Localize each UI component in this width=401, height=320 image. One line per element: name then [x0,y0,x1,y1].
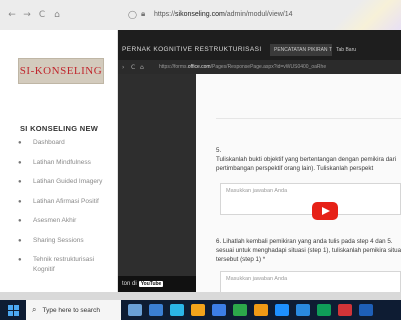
outer-address-bar[interactable]: ◯ 🔒︎ https://sikonseling.com/admin/modul… [128,9,293,19]
lock-icon: 🔒︎ [141,9,146,18]
back-icon[interactable]: ← [6,10,18,20]
sidebar-menu: ● Dashboard ● Latihan Mindfulness ● Latihan… [0,138,118,285]
inner-tab-active[interactable]: PERNAK KOGNITIVE RESTRUKTURISASI [118,44,270,56]
youtube-logo[interactable]: YouTube [138,281,164,287]
inner-url: https://forms.office.com/Pages/ResponseP… [159,64,327,70]
embedded-form-window: PERNAK KOGNITIVE RESTRUKTURISASI PENCATA… [118,30,401,292]
brand-title: SI KONSELING NEW [20,124,99,133]
youtube-bar-text: ton di [122,281,137,287]
youtube-watch-bar[interactable]: ton di YouTube [118,276,196,292]
bullet-icon: ● [18,198,22,205]
sidebar-item-label: Dashboard [33,139,65,146]
bullet-icon: ● [18,140,22,146]
sidebar-item-label: Latihan Afirmasi Positif [33,197,99,205]
home-icon[interactable]: ⌂ [51,10,63,20]
answer-field-5[interactable]: Masukkan jawaban Anda [220,183,401,215]
question-5: 5. Tuliskanlah bukti objektif yang berte… [216,146,401,173]
inner-address-bar[interactable]: › C ⌂ https://forms.office.com/Pages/Res… [118,60,401,74]
taskbar-app-icon[interactable] [170,304,184,316]
bullet-icon: ● [18,257,22,263]
question-text: Tuliskanlah bukti objektif yang bertenta… [216,156,397,172]
sidebar-item-asesmen[interactable]: ● Asesmen Akhir [0,216,118,236]
bullet-icon: ● [18,218,22,224]
taskbar-app-icon[interactable] [128,304,142,316]
horizontal-scrollbar[interactable] [0,292,401,300]
reload-icon[interactable]: C [36,10,48,20]
taskbar-app-icon[interactable] [191,304,205,316]
taskbar-search-placeholder: Type here to search [42,306,100,314]
taskbar-search-box[interactable]: ⌕ Type here to search [26,300,121,320]
taskbar-app-icon[interactable] [149,304,163,316]
windows-start-icon[interactable] [0,300,26,320]
taskbar-app-icons [121,304,373,316]
taskbar-app-icon[interactable] [359,304,373,316]
question-number: 6. [216,238,222,245]
sidebar-item-afirmasi[interactable]: ● Latihan Afirmasi Positif [0,197,118,217]
windows-taskbar: ⌕ Type here to search [0,300,401,320]
home-icon[interactable]: ⌂ [140,64,149,71]
dark-side-panel [118,74,196,292]
question-6: 6. Lihatlah kembali pemikiran yang anda … [216,237,401,264]
sidebar-item-label: Tehnik restrukturisasi Kognitif [33,256,95,273]
bullet-icon: ● [18,159,22,166]
youtube-play-icon[interactable] [312,202,338,220]
answer-field-6[interactable]: Masukkan jawaban Anda [220,271,401,292]
sidebar-item-mindfulness[interactable]: ● Latihan Mindfulness [0,158,118,178]
taskbar-app-icon[interactable] [317,304,331,316]
bullet-icon: ● [18,237,22,244]
question-number: 5. [216,147,222,154]
sidebar-item-label: Latihan Mindfulness [33,158,91,166]
inner-tab-strip: PERNAK KOGNITIVE RESTRUKTURISASI PENCATA… [118,30,401,60]
bullet-icon: ● [18,179,22,185]
sidebar-item-label: Asesmen Akhir [33,217,77,224]
reload-icon[interactable]: C [131,64,140,71]
site-logo[interactable]: SI-KONSELING [18,58,104,84]
outer-browser-toolbar: ← → C ⌂ ◯ 🔒︎ https://sikonseling.com/adm… [0,0,401,30]
admin-sidebar: SI-KONSELING SI KONSELING NEW ● Dashboard… [0,30,118,292]
sidebar-item-restrukturisasi[interactable]: ● Tehnik restrukturisasi Kognitif [0,255,118,285]
form-area: 5. Tuliskanlah bukti objektif yang berte… [196,74,401,292]
taskbar-app-icon[interactable] [254,304,268,316]
question-text: Lihatlah kembali pemikiran yang anda tul… [216,238,401,263]
search-icon: ⌕ [32,305,37,314]
taskbar-app-icon[interactable] [233,304,247,316]
sidebar-item-sharing[interactable]: ● Sharing Sessions [0,236,118,256]
divider [216,118,401,119]
inner-tab-second[interactable]: PENCATATAN PIKIRAN TUBUH [270,44,332,56]
taskbar-app-icon[interactable] [338,304,352,316]
screen-glare [331,0,401,30]
taskbar-app-icon[interactable] [275,304,289,316]
inner-tab-third[interactable]: Tab Baru [332,44,401,56]
taskbar-app-icon[interactable] [212,304,226,316]
sidebar-item-dashboard[interactable]: ● Dashboard [0,138,118,158]
sidebar-item-label: Sharing Sessions [33,236,84,244]
shield-icon: ◯ [128,9,137,19]
sidebar-item-label: Latihan Guided Imagery [33,178,103,185]
forward-icon[interactable]: › [122,64,131,71]
taskbar-app-icon[interactable] [296,304,310,316]
forward-icon[interactable]: → [21,10,33,20]
outer-url: https://sikonseling.com/admin/modul/view… [154,10,293,18]
sidebar-item-guided-imagery[interactable]: ● Latihan Guided Imagery [0,177,118,197]
